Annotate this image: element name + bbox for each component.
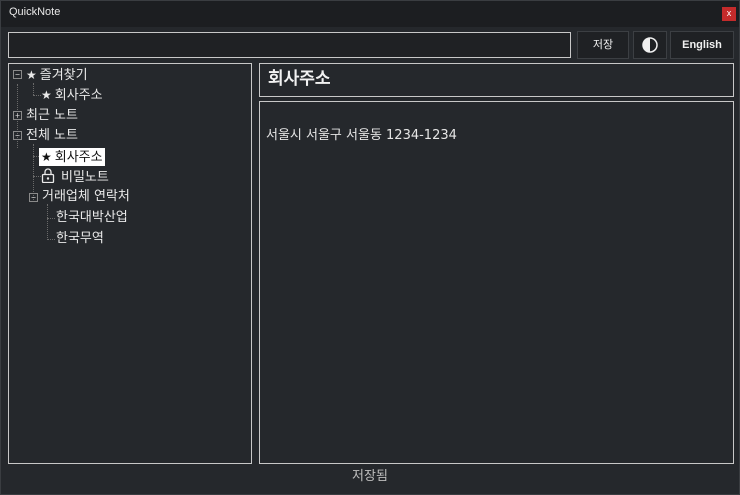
all-notes-collapse-toggle[interactable]: − [13,131,22,140]
tree-item-favorites[interactable]: ★ 즐겨찾기 [26,66,88,84]
tree-item-secret-note[interactable]: 비밀노트 [41,168,109,186]
recent-expand-toggle[interactable]: + [13,111,22,120]
tree-item-korea-daebak[interactable]: 한국대박산업 [56,209,128,227]
tree-connector [47,204,48,240]
note-tree[interactable]: − ★ 즐겨찾기 ★ 회사주소 + 최근 노트 − 전체 노트 ★ 회사주소 비밀노트… [8,63,252,464]
tree-connector [33,176,41,177]
theme-toggle-button[interactable] [633,31,667,59]
tree-item-favorite-company-address[interactable]: ★ 회사주소 [41,86,103,104]
note-body-editor[interactable]: 서울시 서울구 서울동 1234-1234 [259,101,734,464]
tree-item-vendor-contacts[interactable]: 거래업체 연락처 [42,188,130,206]
star-icon: ★ [41,150,52,164]
favorites-collapse-toggle[interactable]: − [13,70,22,79]
tree-item-recent[interactable]: 최근 노트 [26,107,78,125]
tree-connector [33,144,34,200]
star-icon: ★ [41,88,52,102]
vendor-contacts-collapse-toggle[interactable]: − [29,193,38,202]
status-bar: 저장됨 [352,469,388,484]
contrast-icon [642,37,658,53]
save-button[interactable]: 저장 [577,31,629,59]
app-title: QuickNote [9,6,61,18]
app-window: QuickNote x 저장 English − ★즐겨찾기 ★회사주소 + [0,0,740,495]
star-icon: ★ [26,68,37,82]
tree-item-all-notes[interactable]: 전체 노트 [26,127,78,145]
tree-connector [47,239,55,240]
tree-connector [47,218,55,219]
toolbar: 저장 English [1,27,739,63]
tree-item-korea-trade[interactable]: 한국무역 [56,230,104,248]
close-button[interactable]: x [722,7,736,21]
lock-icon [41,168,55,184]
note-title-display: 회사주소 [259,63,734,97]
tree-connector [33,95,41,96]
note-title-input[interactable] [8,32,571,58]
tree-connector [33,83,34,95]
language-button[interactable]: English [670,31,734,59]
title-bar[interactable]: QuickNote x [1,1,739,27]
tree-item-company-address[interactable]: ★ 회사주소 [39,148,105,166]
